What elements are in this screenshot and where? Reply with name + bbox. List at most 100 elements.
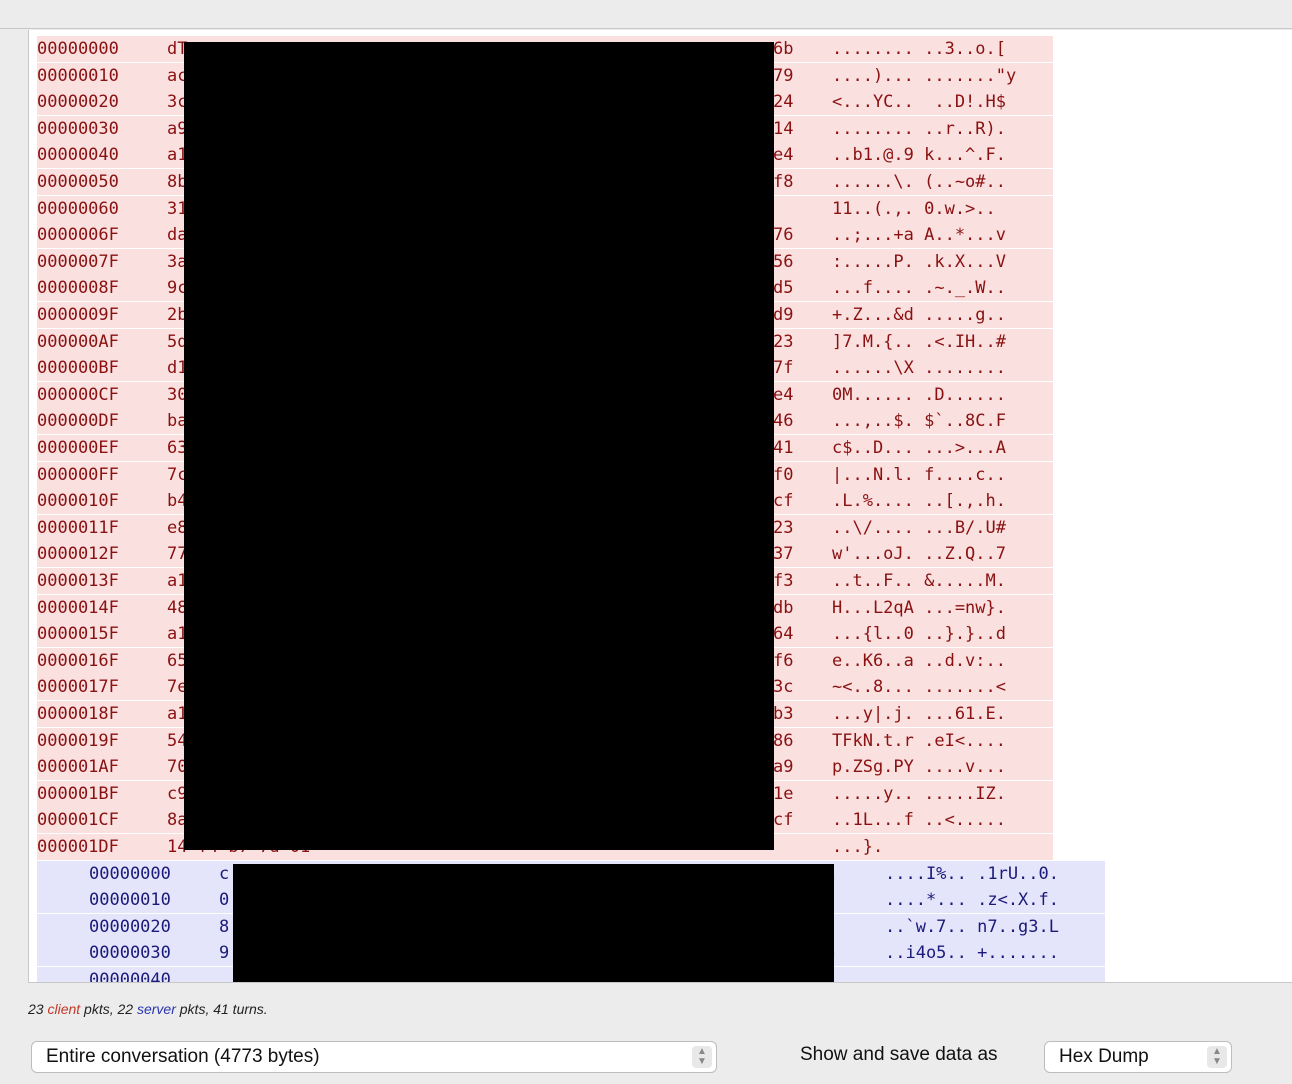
hex-bytes-end: 24 [773,92,794,113]
ascii-text: ~<..8... .......< [832,677,1006,698]
hex-bytes-end: 14 [773,118,794,139]
ascii-text: ...}. [832,837,884,857]
ascii-text: w'...oJ. ..Z.Q..7 [832,544,1006,565]
ascii-text: ..i4o5.. +....... [885,943,1059,964]
byte-offset: 000000EF [37,438,119,458]
byte-offset: 0000009F [37,305,119,325]
hex-bytes-end: 79 [773,65,794,86]
hex-bytes-start: 0 [219,890,230,911]
client-pkt-count: 23 [28,1001,44,1017]
conversation-select[interactable]: Entire conversation (4773 bytes) ▲ ▼ [31,1041,717,1073]
redaction-block-client [184,42,774,850]
byte-offset: 000000DF [37,411,119,432]
chevron-updown-icon: ▲ ▼ [1207,1046,1227,1068]
hex-bytes-end: 6b [773,39,794,59]
ascii-text: ..1L...f ..<..... [832,810,1006,831]
byte-offset: 00000020 [37,92,119,113]
ascii-text: +.Z...&d .....g.. [832,305,1006,325]
format-select[interactable]: Hex Dump ▲ ▼ [1044,1041,1232,1073]
ascii-text: ........ ..3..o.[ [832,39,1006,59]
ascii-text: <...YC.. ..D!.H$ [832,92,1006,113]
hex-bytes-end: a9 [773,757,794,778]
byte-offset: 000001CF [37,810,119,831]
hex-bytes-end: f6 [773,650,794,671]
byte-offset: 0000008F [37,278,119,299]
byte-offset: 00000000 [89,863,171,884]
hex-bytes-end: 3c [773,677,794,698]
hex-bytes-end: 86 [773,730,794,751]
byte-offset: 000000BF [37,358,119,379]
ascii-text: p.ZSg.PY ....v... [832,757,1006,778]
byte-offset: 00000020 [89,916,171,937]
show-save-label: Show and save data as [800,1044,998,1065]
hex-bytes-end: db [773,597,794,618]
hex-bytes-end: d5 [773,278,794,299]
ascii-text: 0M...... .D...... [832,384,1006,405]
ascii-text: H...L2qA ...=nw}. [832,597,1006,618]
hex-bytes-end: 56 [773,251,794,272]
byte-offset: 00000030 [37,118,119,139]
hex-bytes-end: d9 [773,305,794,325]
hex-bytes-end: 1e [773,783,794,804]
byte-offset: 000000AF [37,331,119,352]
summary-tail-text: pkts, 41 turns. [175,1001,268,1017]
ascii-text: .L.%.... ..[.,.h. [832,491,1006,512]
ascii-text: |...N.l. f....c.. [832,464,1006,485]
hex-bytes-end: 46 [773,411,794,432]
ascii-text: ...y|.j. ...61.E. [832,704,1006,724]
ascii-text: ..\/.... ...B/.U# [832,517,1006,538]
byte-offset: 000000FF [37,464,119,485]
server-word: server [136,1001,176,1017]
ascii-text: ........ ..r..R). [832,118,1006,139]
ascii-text: ..;...+a A..*...v [832,225,1006,246]
hex-bytes-end: cf [773,810,794,831]
hex-bytes-start: 9 [219,943,230,964]
byte-offset: 0000015F [37,624,119,645]
ascii-text: c$..D... ...>...A [832,438,1006,458]
byte-offset: 00000030 [89,943,171,964]
byte-offset: 000001BF [37,783,119,804]
byte-offset: 0000019F [37,730,119,751]
ascii-text: ...f.... .~._.W.. [832,278,1006,299]
byte-offset: 000000CF [37,384,119,405]
ascii-text: :.....P. .k.X...V [832,251,1006,272]
ascii-text: ...,..$. $`..8C.F [832,411,1006,432]
hex-bytes-end: e4 [773,145,794,166]
redaction-block-server [233,864,834,982]
byte-offset: 0000013F [37,571,119,591]
chevron-updown-icon: ▲ ▼ [692,1046,712,1068]
byte-offset: 0000018F [37,704,119,724]
byte-offset: 0000012F [37,544,119,565]
ascii-text: ......\. (..~o#.. [832,172,1006,192]
byte-offset: 000001DF [37,837,119,857]
ascii-text: ..b1.@.9 k...^.F. [832,145,1006,166]
format-select-value: Hex Dump [1059,1046,1149,1067]
ascii-text: ....I%.. .1rU..0. [885,863,1059,884]
packet-summary: 23 client pkts, 22 server pkts, 41 turns… [28,1001,268,1017]
hex-bytes-end: f8 [773,172,794,192]
byte-offset: 0000006F [37,225,119,246]
follow-stream-hex-pane[interactable]: 00000000 dT 6b........ ..3..o.[00000010 ac 7… [28,30,1292,983]
hex-bytes-start: c [219,863,230,884]
byte-offset: 0000016F [37,650,119,671]
hex-bytes-end: e4 [773,384,794,405]
byte-offset: 0000017F [37,677,119,698]
hex-bytes-end: cf [773,491,794,512]
byte-offset: 00000000 [37,39,119,59]
byte-offset: 00000010 [89,890,171,911]
hex-bytes-end: b3 [773,704,794,724]
hex-bytes-end: f0 [773,464,794,485]
hex-bytes-start: 8 [219,916,230,937]
hex-bytes-end: 41 [773,438,794,458]
byte-offset: 0000010F [37,491,119,512]
ascii-text: 11..(.,. 0.w.>.. [832,198,1006,219]
hex-bytes-end: f3 [773,571,794,591]
byte-offset: 00000040 [37,145,119,166]
byte-offset: 0000014F [37,597,119,618]
conversation-select-value: Entire conversation (4773 bytes) [46,1046,320,1067]
byte-offset: 000001AF [37,757,119,778]
hex-bytes-end: 64 [773,624,794,645]
ascii-text: ....)... ......."y [832,65,1017,86]
hex-bytes-end: 23 [773,331,794,352]
byte-offset: 00000050 [37,172,119,192]
